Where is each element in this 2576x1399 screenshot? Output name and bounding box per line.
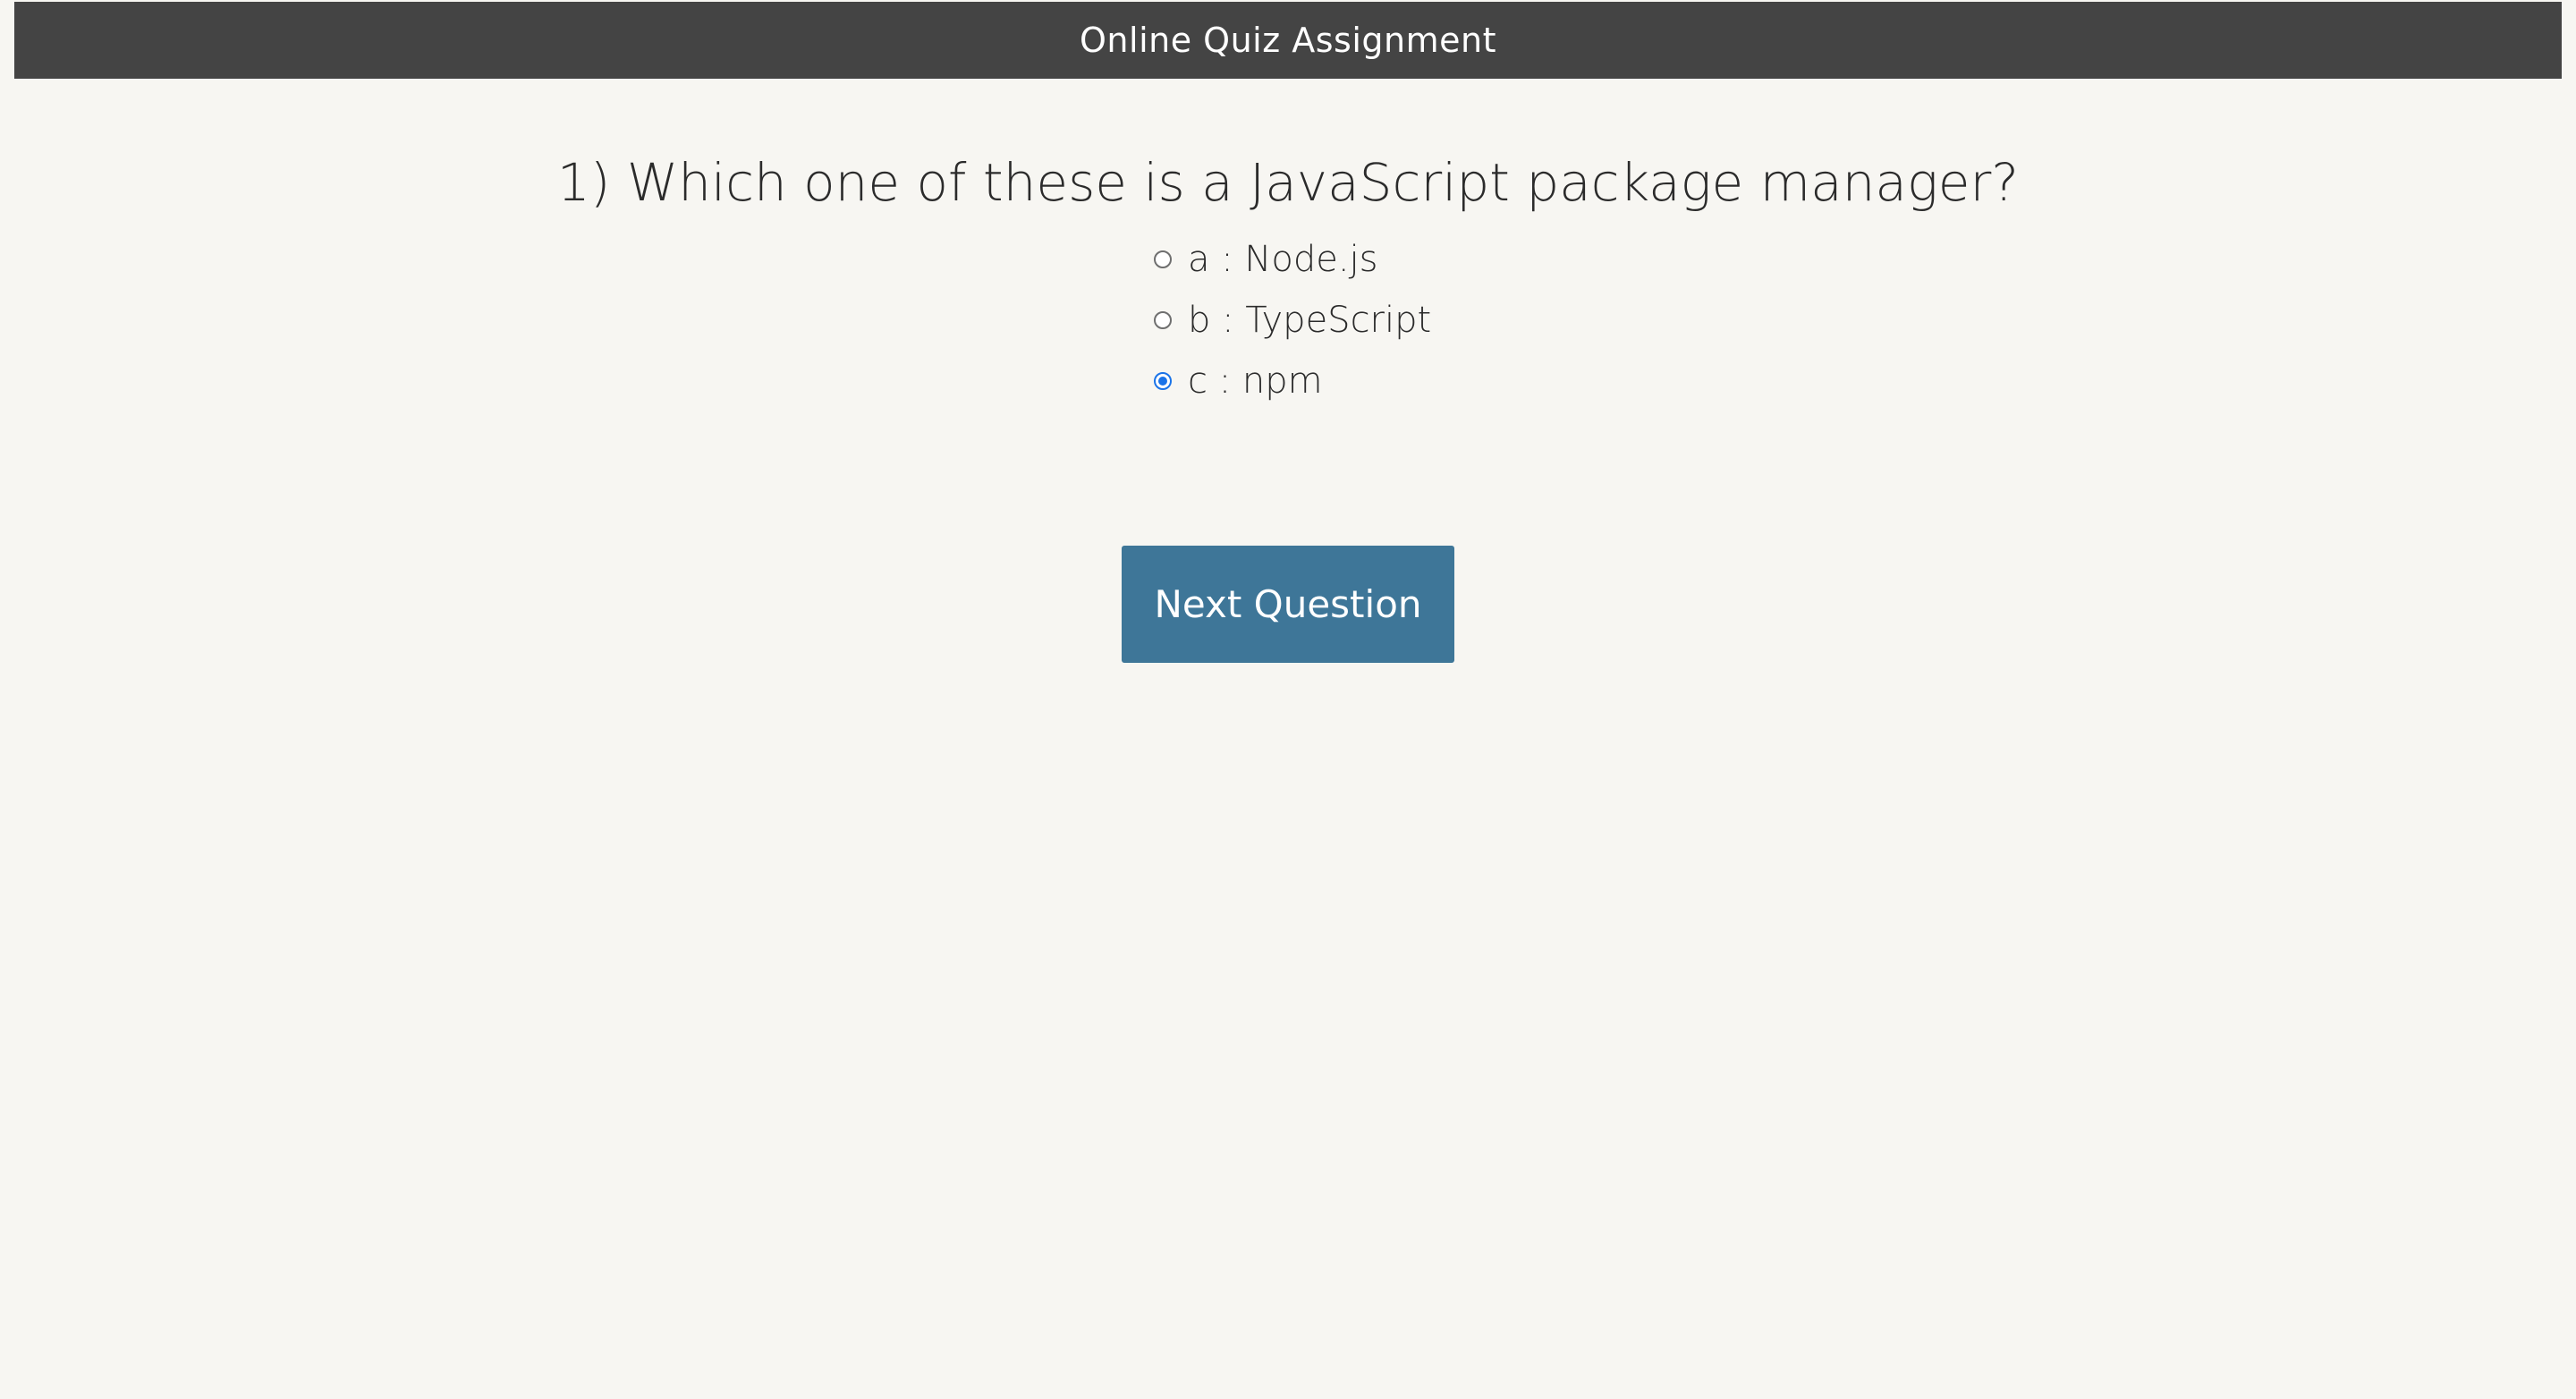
option-c-label: c : npm (1188, 360, 1323, 402)
header-title: Online Quiz Assignment (1080, 21, 1496, 60)
option-b-radio[interactable] (1154, 311, 1172, 329)
option-a-label: a : Node.js (1188, 239, 1378, 280)
answer-options: a : Node.js b : TypeScript c : npm (1154, 229, 1431, 411)
app-header: Online Quiz Assignment (14, 2, 2562, 79)
option-a-radio[interactable] (1154, 250, 1172, 268)
option-b[interactable]: b : TypeScript (1154, 290, 1431, 351)
option-a[interactable]: a : Node.js (1154, 229, 1431, 290)
option-b-label: b : TypeScript (1188, 300, 1432, 341)
option-c[interactable]: c : npm (1154, 351, 1431, 411)
option-c-radio[interactable] (1154, 372, 1172, 390)
question-text: 1) Which one of these is a JavaScript pa… (556, 152, 2020, 213)
next-question-button[interactable]: Next Question (1122, 546, 1454, 663)
